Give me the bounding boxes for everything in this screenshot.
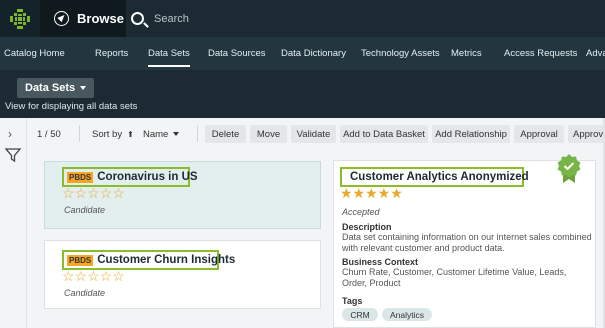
tag-chip[interactable]: Analytics: [382, 308, 432, 321]
tags-label: Tags: [342, 296, 363, 306]
chevron-down-icon: [80, 86, 87, 90]
filter-icon[interactable]: [5, 147, 21, 163]
description-label: Description: [342, 222, 392, 232]
nav-data-sets[interactable]: Data Sets: [148, 37, 190, 70]
nav-metrics[interactable]: Metrics: [451, 37, 482, 70]
rating-stars[interactable]: ☆☆☆☆☆: [62, 268, 125, 285]
data-set-name[interactable]: Coronavirus in US: [97, 171, 197, 183]
type-badge: PBDS: [67, 171, 94, 183]
move-button[interactable]: Move: [250, 125, 287, 143]
tag-chip[interactable]: CRM: [342, 308, 378, 321]
chevron-down-icon: [173, 132, 180, 136]
data-set-name[interactable]: Customer Analytics Anonymized: [350, 171, 529, 183]
compass-icon: [54, 11, 69, 26]
nav-catalog-home[interactable]: Catalog Home: [4, 37, 65, 70]
view-selector-button[interactable]: Data Sets: [17, 78, 95, 98]
nav-access-requests[interactable]: Access Requests: [504, 37, 577, 70]
search-icon: [131, 12, 144, 25]
rating-stars[interactable]: ★★★★★: [340, 185, 403, 202]
nav-data-sources[interactable]: Data Sources: [208, 37, 266, 70]
description-text: Data set containing information on our i…: [342, 232, 592, 253]
search-placeholder: Search: [154, 12, 189, 25]
browse-label: Browse: [77, 11, 124, 26]
nav-advanced[interactable]: Adva: [586, 37, 605, 70]
page-header: Data Sets View for displaying all data s…: [0, 70, 605, 118]
page-title: Data Sets: [25, 82, 76, 94]
sort-by-label: Sort by: [92, 128, 123, 140]
nav-technology-assets[interactable]: Technology Assets: [361, 37, 440, 70]
app-logo[interactable]: [0, 0, 40, 37]
card-title[interactable]: PBDS Coronavirus in US: [62, 167, 198, 187]
add-relationship-button[interactable]: Add Relationship: [432, 125, 510, 143]
browse-button[interactable]: Browse: [40, 0, 126, 37]
business-context-label: Business Context: [342, 257, 419, 267]
results-toolbar: 1 / 50 Sort by ⬆ Name Delete Move Valida…: [27, 118, 605, 150]
sort-ascending-icon[interactable]: ⬆: [127, 130, 134, 139]
data-set-card[interactable]: PBDS Coronavirus in US ☆☆☆☆☆ Candidate: [44, 161, 321, 229]
status-label: Accepted: [342, 207, 380, 217]
sort-field-dropdown[interactable]: Name: [143, 128, 180, 140]
certified-badge-icon: [557, 154, 581, 183]
divider: [197, 125, 198, 142]
search-box[interactable]: Search: [131, 0, 189, 37]
top-bar: Browse Search: [0, 0, 605, 37]
delete-button[interactable]: Delete: [205, 125, 246, 143]
data-set-name[interactable]: Customer Churn Insights: [97, 254, 235, 266]
card-title[interactable]: PBDS Customer Churn Insights: [62, 250, 235, 270]
approval-button[interactable]: Approval: [514, 125, 564, 143]
status-label: Candidate: [64, 205, 106, 215]
page-subtitle: View for displaying all data sets: [5, 101, 138, 112]
tag-list: CRM Analytics: [342, 308, 542, 321]
grid-logo-icon: [10, 8, 30, 29]
approval-button-2[interactable]: Approval: [568, 125, 605, 143]
business-context-text: Churn Rate, Customer, Customer Lifetime …: [342, 267, 567, 288]
data-set-detail-card[interactable]: Customer Analytics Anonymized ★★★★★ Acce…: [333, 160, 596, 328]
add-to-data-basket-button[interactable]: Add to Data Basket: [340, 125, 428, 143]
nav-data-dictionary[interactable]: Data Dictionary: [281, 37, 346, 70]
card-title[interactable]: Customer Analytics Anonymized: [340, 167, 529, 187]
rating-stars[interactable]: ☆☆☆☆☆: [62, 185, 125, 202]
expand-chevron-icon[interactable]: ›: [8, 127, 12, 141]
sort-field-value: Name: [143, 128, 169, 140]
sort-by-control[interactable]: Sort by ⬆: [92, 129, 134, 140]
data-set-card[interactable]: PBDS Customer Churn Insights ☆☆☆☆☆ Candi…: [44, 240, 321, 309]
nav-reports[interactable]: Reports: [95, 37, 128, 70]
validate-button[interactable]: Validate: [291, 125, 336, 143]
left-rail: ›: [0, 118, 27, 328]
type-badge: PBDS: [67, 254, 94, 266]
status-label: Candidate: [64, 288, 106, 298]
divider: [79, 125, 80, 142]
main-nav: Catalog Home Reports Data Sets Data Sour…: [0, 37, 605, 70]
result-count: 1 / 50: [37, 128, 61, 140]
